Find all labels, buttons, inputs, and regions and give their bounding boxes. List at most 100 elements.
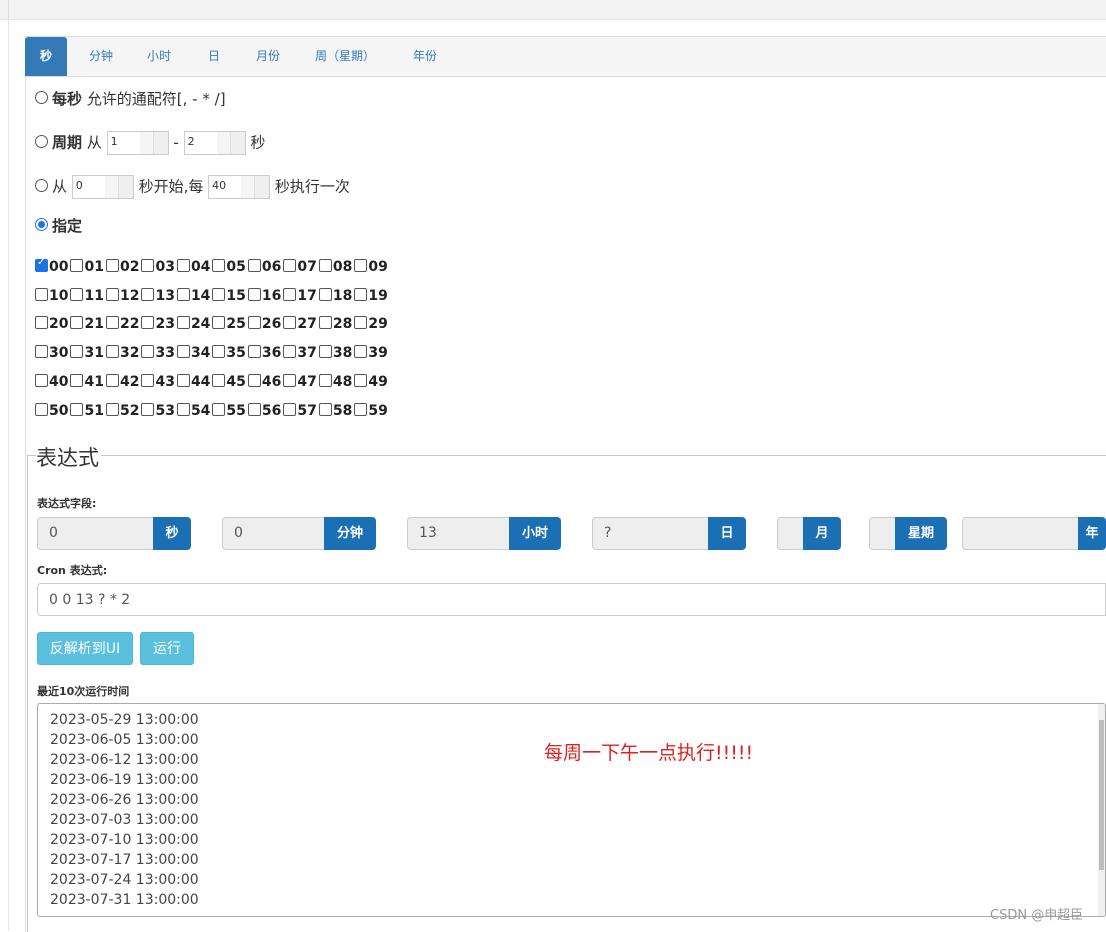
second-checkbox[interactable] <box>35 315 48 329</box>
second-option[interactable]: 25 <box>212 315 246 332</box>
second-option[interactable]: 48 <box>318 373 352 390</box>
second-option[interactable]: 47 <box>283 373 317 390</box>
spinner-icon[interactable] <box>152 132 168 154</box>
second-option[interactable]: 51 <box>70 402 104 419</box>
tab-seconds[interactable]: 秒 <box>25 37 67 76</box>
field-day-input[interactable]: ? <box>592 517 709 550</box>
scrollbar[interactable] <box>1098 704 1105 916</box>
second-checkbox[interactable] <box>141 373 155 387</box>
field-minute-input[interactable]: 0 <box>222 517 325 550</box>
scrollbar-thumb[interactable] <box>1099 720 1104 870</box>
second-checkbox[interactable] <box>354 402 368 416</box>
second-checkbox[interactable] <box>354 315 368 329</box>
second-checkbox[interactable] <box>247 373 261 387</box>
second-option[interactable]: 41 <box>70 373 104 390</box>
field-month-input[interactable] <box>777 517 804 550</box>
tab-hours[interactable]: 小时 <box>138 37 180 76</box>
second-option[interactable]: 16 <box>247 287 281 304</box>
second-checkbox[interactable] <box>212 315 226 329</box>
second-option[interactable]: 22 <box>105 315 139 332</box>
second-option[interactable]: 40 <box>35 373 68 390</box>
second-option[interactable]: 12 <box>105 287 139 304</box>
second-checkbox[interactable] <box>35 373 48 387</box>
second-checkbox[interactable] <box>176 344 190 358</box>
second-checkbox[interactable] <box>354 344 368 358</box>
second-option[interactable]: 35 <box>212 344 246 361</box>
second-option[interactable]: 02 <box>105 258 139 275</box>
second-option[interactable]: 19 <box>354 287 388 304</box>
second-checkbox[interactable] <box>318 315 332 329</box>
step-every-input[interactable]: 40 <box>208 175 271 199</box>
field-hour-input[interactable]: 13 <box>407 517 510 550</box>
second-checkbox[interactable] <box>70 373 84 387</box>
second-checkbox[interactable] <box>354 373 368 387</box>
second-checkbox[interactable] <box>318 287 332 301</box>
second-checkbox[interactable] <box>141 344 155 358</box>
second-checkbox[interactable] <box>176 287 190 301</box>
second-option[interactable]: 37 <box>283 344 317 361</box>
tab-week[interactable]: 周（星期） <box>310 37 380 76</box>
second-checkbox[interactable] <box>318 373 332 387</box>
second-option[interactable]: 45 <box>212 373 246 390</box>
tab-month[interactable]: 月份 <box>248 37 288 76</box>
second-option[interactable]: 07 <box>283 258 317 275</box>
field-week-input[interactable] <box>869 517 896 550</box>
second-option[interactable]: 28 <box>318 315 352 332</box>
second-checkbox[interactable] <box>105 315 119 329</box>
tab-minutes[interactable]: 分钟 <box>80 37 122 76</box>
cron-input[interactable]: 0 0 13 ? * 2 <box>37 583 1106 616</box>
period-from-input[interactable]: 1 <box>106 131 169 155</box>
spinner-icon[interactable] <box>229 132 245 154</box>
second-option[interactable]: 43 <box>141 373 175 390</box>
recent-runs-textarea[interactable]: 2023-05-29 13:00:00 2023-06-05 13:00:00 20… <box>37 703 1106 917</box>
second-option[interactable]: 17 <box>283 287 317 304</box>
second-option[interactable]: 39 <box>354 344 388 361</box>
period-to-input[interactable]: 2 <box>183 131 246 155</box>
second-option[interactable]: 50 <box>35 402 68 419</box>
second-checkbox[interactable] <box>318 344 332 358</box>
tab-day[interactable]: 日 <box>202 37 226 76</box>
second-checkbox[interactable] <box>247 287 261 301</box>
parse-to-ui-button[interactable]: 反解析到UI <box>37 632 133 665</box>
second-checkbox[interactable] <box>318 402 332 416</box>
second-checkbox[interactable] <box>70 344 84 358</box>
second-option[interactable]: 03 <box>141 258 175 275</box>
second-checkbox[interactable] <box>212 344 226 358</box>
second-checkbox[interactable] <box>176 373 190 387</box>
second-option[interactable]: 18 <box>318 287 352 304</box>
second-checkbox[interactable] <box>212 258 226 272</box>
second-option[interactable]: 46 <box>247 373 281 390</box>
second-checkbox[interactable] <box>105 344 119 358</box>
second-checkbox[interactable] <box>105 373 119 387</box>
run-button[interactable]: 运行 <box>140 632 194 665</box>
radio-every[interactable] <box>35 91 48 104</box>
second-checkbox[interactable] <box>283 287 297 301</box>
radio-specific[interactable] <box>35 218 48 231</box>
second-checkbox[interactable] <box>141 315 155 329</box>
second-option[interactable]: 26 <box>247 315 281 332</box>
second-option[interactable]: 20 <box>35 315 68 332</box>
second-option[interactable]: 42 <box>105 373 139 390</box>
second-checkbox[interactable] <box>283 402 297 416</box>
second-checkbox[interactable] <box>283 315 297 329</box>
second-option[interactable]: 34 <box>176 344 210 361</box>
second-checkbox[interactable] <box>105 402 119 416</box>
second-option[interactable]: 15 <box>212 287 246 304</box>
second-option[interactable]: 00 <box>35 257 68 275</box>
second-checkbox[interactable] <box>212 402 226 416</box>
second-option[interactable]: 10 <box>35 287 68 304</box>
field-year-input[interactable] <box>962 517 1079 550</box>
second-option[interactable]: 44 <box>176 373 210 390</box>
second-checkbox[interactable] <box>141 287 155 301</box>
second-checkbox[interactable] <box>141 402 155 416</box>
second-option[interactable]: 30 <box>35 344 68 361</box>
second-option[interactable]: 09 <box>354 258 388 275</box>
second-checkbox[interactable] <box>247 402 261 416</box>
second-checkbox[interactable] <box>70 315 84 329</box>
second-option[interactable]: 54 <box>176 402 210 419</box>
second-option[interactable]: 38 <box>318 344 352 361</box>
second-checkbox[interactable] <box>176 315 190 329</box>
second-checkbox[interactable] <box>318 258 332 272</box>
second-checkbox[interactable] <box>354 258 368 272</box>
second-checkbox[interactable] <box>70 402 84 416</box>
